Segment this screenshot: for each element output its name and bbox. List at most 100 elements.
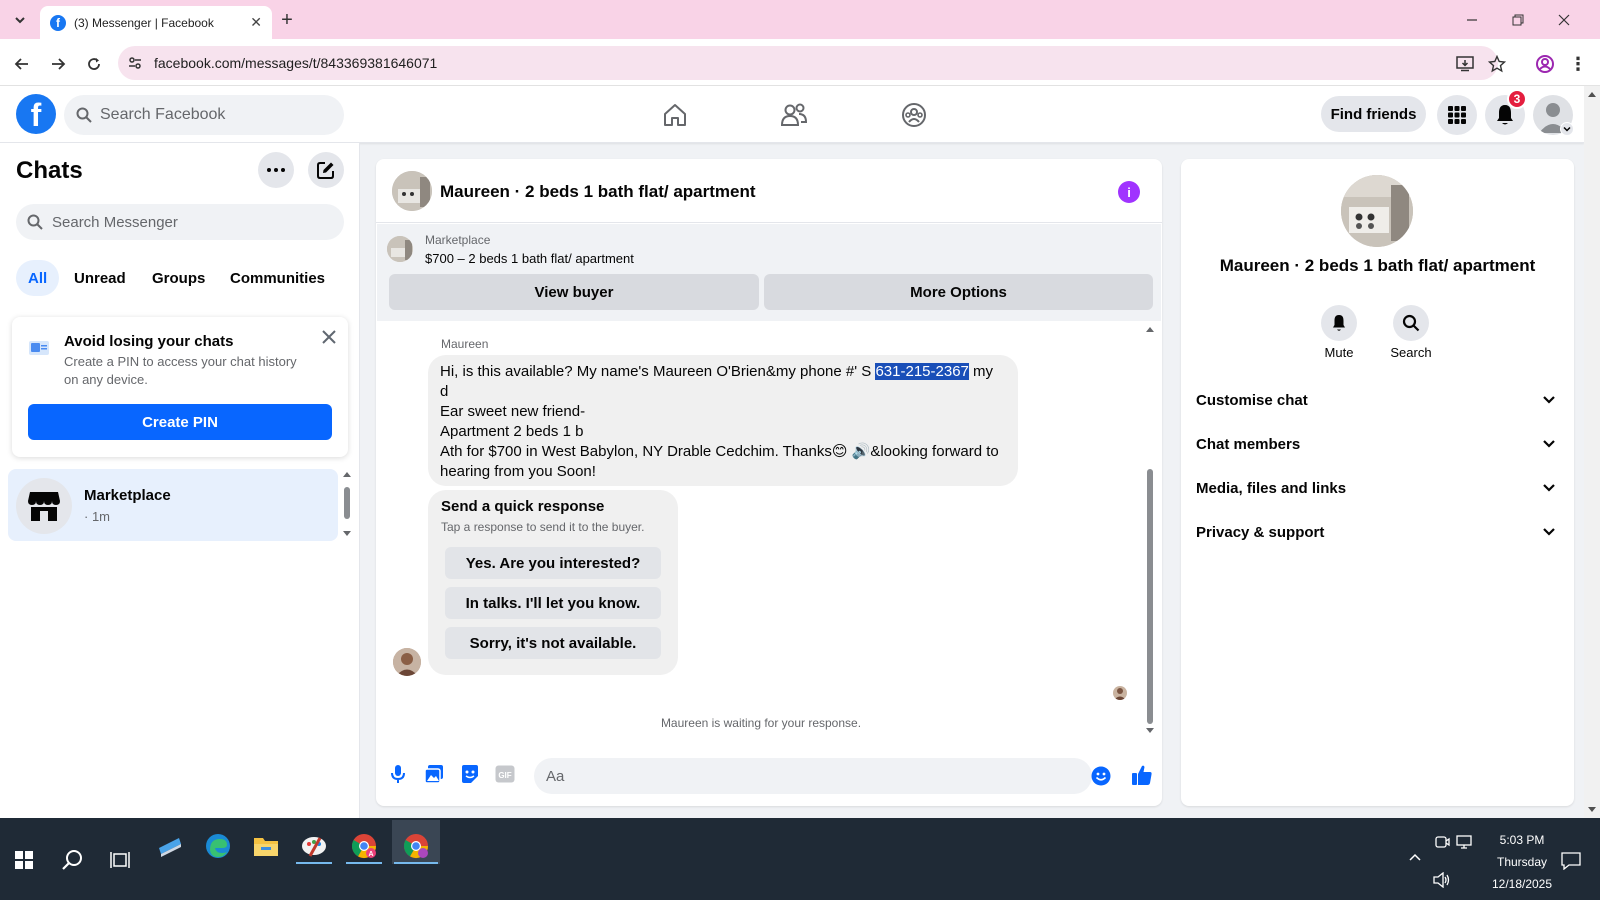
conversation-scrollbar[interactable] [1144, 325, 1156, 735]
new-tab-icon[interactable]: + [276, 9, 298, 31]
account-chevron-icon[interactable] [1560, 122, 1574, 136]
filter-all[interactable]: All [16, 260, 60, 296]
profile-icon[interactable] [1533, 52, 1557, 76]
chat-lock-icon [27, 338, 51, 358]
close-window-icon[interactable] [1552, 8, 1576, 32]
browser-tab[interactable]: f (3) Messenger | Facebook ✕ [40, 6, 272, 39]
emoji-icon[interactable] [1091, 766, 1111, 786]
file-explorer-icon[interactable] [246, 826, 286, 866]
message-line-5: Ath for $700 in West Babylon, NY Drable … [440, 443, 999, 460]
chevron-down-icon [1542, 395, 1556, 405]
conversation-title[interactable]: Maureen · 2 beds 1 bath flat/ apartment [440, 182, 756, 202]
media-files-links-row[interactable]: Media, files and links [1196, 468, 1556, 508]
pin-card-text-2: on any device. [64, 372, 148, 387]
filter-communities[interactable]: Communities [218, 260, 337, 296]
facebook-favicon-icon: f [50, 14, 66, 31]
customise-chat-row[interactable]: Customise chat [1196, 380, 1556, 420]
quick-response-not-available-button[interactable]: Sorry, it's not available. [445, 627, 661, 659]
meet-now-icon[interactable] [1434, 834, 1450, 850]
like-thumbs-up-icon[interactable] [1131, 764, 1153, 786]
highlighted-phone-number[interactable]: 631-215-2367 [875, 363, 969, 380]
create-pin-button[interactable]: Create PIN [28, 404, 332, 440]
search-conversation-icon[interactable] [1393, 305, 1429, 341]
url-text: facebook.com/messages/t/843369381646071 [154, 55, 438, 71]
windows-start-icon[interactable] [4, 840, 44, 880]
customise-chat-label: Customise chat [1196, 391, 1308, 409]
chrome-profile-b-icon[interactable] [396, 826, 436, 866]
sender-avatar[interactable] [393, 648, 421, 676]
url-bar[interactable]: facebook.com/messages/t/843369381646071 [118, 46, 1498, 80]
gallery-icon[interactable] [424, 764, 444, 784]
friends-icon[interactable] [777, 98, 811, 132]
forward-icon[interactable] [46, 52, 70, 76]
volume-icon[interactable] [1433, 872, 1451, 888]
paint-app-icon[interactable] [294, 826, 334, 866]
details-avatar[interactable] [1341, 175, 1413, 247]
quick-response-subtitle: Tap a response to send it to the buyer. [441, 520, 645, 534]
page-scrollbar[interactable] [1584, 86, 1600, 818]
chat-list-scrollbar[interactable] [341, 470, 353, 538]
desktop-pc-icon[interactable] [150, 826, 190, 866]
gif-icon[interactable]: GIF [495, 765, 515, 783]
browser-menu-icon[interactable]: ⋮ [1568, 52, 1588, 76]
bookmark-star-icon[interactable] [1485, 52, 1509, 76]
tab-search-chevron-icon[interactable] [10, 10, 30, 30]
message-line-1: Hi, is this available? My name's Maureen… [440, 363, 876, 380]
home-icon[interactable] [658, 98, 692, 132]
filter-groups[interactable]: Groups [140, 260, 217, 296]
show-hidden-icons-chevron[interactable] [1408, 852, 1422, 862]
restore-icon[interactable] [1506, 8, 1530, 32]
chat-members-label: Chat members [1196, 435, 1301, 453]
message-composer-input[interactable]: Aa [534, 758, 1092, 794]
privacy-support-row[interactable]: Privacy & support [1196, 512, 1556, 552]
groups-icon[interactable] [897, 98, 931, 132]
notification-center-icon[interactable] [1561, 852, 1581, 870]
facebook-logo[interactable]: f [16, 94, 56, 134]
message-line-6: hearing from you Soon! [440, 463, 596, 480]
back-icon[interactable] [10, 52, 34, 76]
install-app-icon[interactable] [1453, 52, 1477, 76]
taskbar-search-icon[interactable] [52, 840, 92, 880]
minimize-icon[interactable] [1460, 8, 1484, 32]
marketplace-label: Marketplace [425, 233, 491, 247]
close-tab-icon[interactable]: ✕ [250, 14, 262, 31]
tab-title: (3) Messenger | Facebook [74, 15, 214, 30]
new-message-icon[interactable] [308, 152, 344, 188]
chrome-profile-a-icon[interactable]: A [344, 826, 384, 866]
close-pin-card-icon[interactable] [320, 328, 338, 346]
chats-title: Chats [16, 157, 83, 184]
mute-bell-icon[interactable] [1321, 305, 1357, 341]
search-messenger-placeholder: Search Messenger [52, 213, 178, 231]
view-buyer-button[interactable]: View buyer [389, 274, 759, 310]
chat-options-icon[interactable] [258, 152, 294, 188]
filter-unread[interactable]: Unread [62, 260, 138, 296]
task-view-icon[interactable] [100, 840, 140, 880]
find-friends-button[interactable]: Find friends [1321, 96, 1426, 132]
facebook-search-input[interactable]: Search Facebook [64, 95, 344, 135]
clock-day[interactable]: Thursday [1472, 855, 1572, 869]
quick-response-in-talks-button[interactable]: In talks. I'll let you know. [445, 587, 661, 619]
microphone-icon[interactable] [389, 764, 407, 784]
incoming-message-bubble[interactable]: Hi, is this available? My name's Maureen… [428, 355, 1018, 486]
more-options-button[interactable]: More Options [764, 274, 1153, 310]
menu-grid-icon[interactable] [1437, 95, 1477, 135]
quick-response-yes-button[interactable]: Yes. Are you interested? [445, 547, 661, 579]
clock-date[interactable]: 12/18/2025 [1472, 877, 1572, 891]
site-info-icon[interactable] [126, 54, 144, 72]
search-messenger-input[interactable]: Search Messenger [16, 204, 344, 240]
edge-browser-icon[interactable] [198, 826, 238, 866]
listing-avatar[interactable] [392, 171, 432, 211]
clock-time[interactable]: 5:03 PM [1472, 833, 1572, 847]
sticker-icon[interactable] [460, 764, 480, 784]
details-title: Maureen · 2 beds 1 bath flat/ apartment [1219, 256, 1536, 275]
chrome-b-running-indicator [394, 862, 438, 864]
info-icon[interactable]: i [1118, 181, 1140, 203]
waiting-status-text: Maureen is waiting for your response. [660, 716, 862, 730]
chat-members-row[interactable]: Chat members [1196, 424, 1556, 464]
listing-summary[interactable]: $700 – 2 beds 1 bath flat/ apartment [425, 251, 634, 266]
facebook-search-placeholder: Search Facebook [100, 106, 226, 123]
paint-running-indicator [296, 862, 332, 864]
reload-icon[interactable] [82, 52, 106, 76]
svg-text:A: A [368, 851, 373, 858]
pin-card-text-1: Create a PIN to access your chat history [64, 354, 297, 369]
